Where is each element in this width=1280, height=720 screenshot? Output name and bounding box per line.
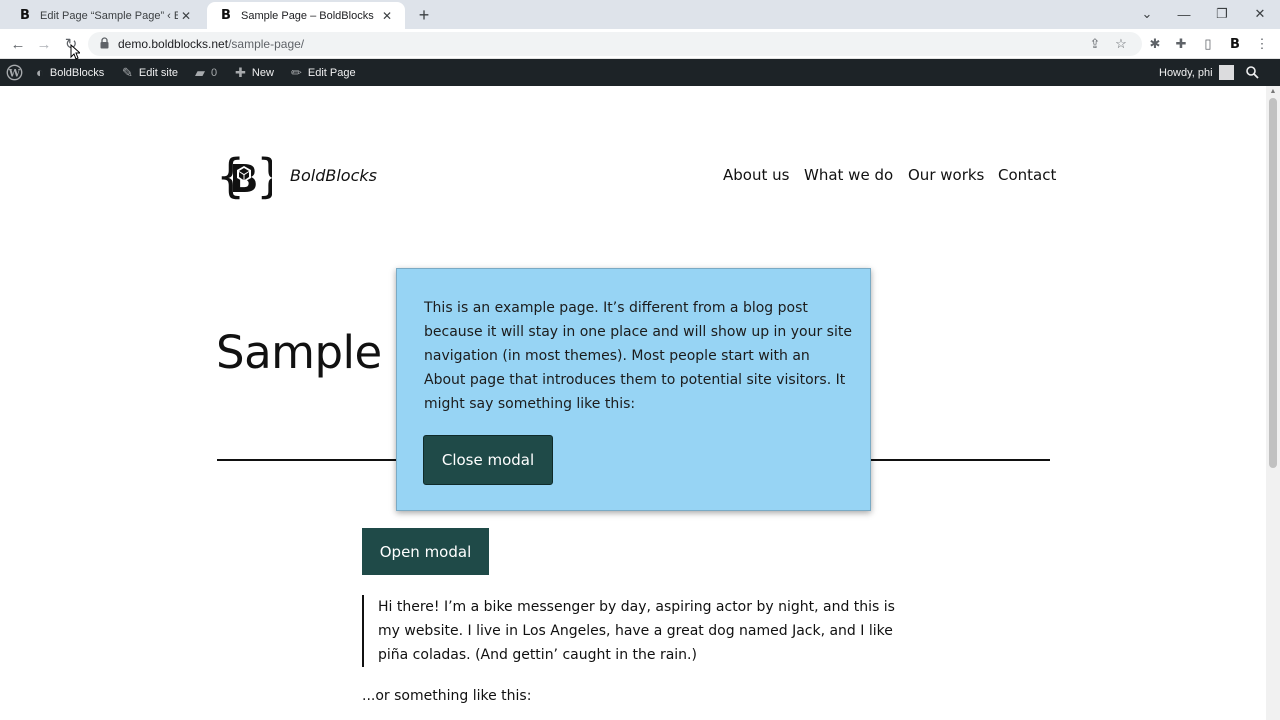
admin-search-icon[interactable] <box>1246 59 1259 86</box>
wp-admin-bar: W ◐ BoldBlocks ✎ Edit site ▰ 0 ✚ New ✏ E… <box>0 59 1280 86</box>
admin-new[interactable]: ✚ New <box>235 59 274 86</box>
plus-icon: ✚ <box>235 64 246 80</box>
svg-text:W: W <box>8 67 21 79</box>
browser-toolbar: ← → ↻ demo.boldblocks.net/sample-page/ ⇪… <box>0 29 1280 59</box>
mouse-cursor-icon <box>70 44 80 60</box>
new-tab-icon[interactable]: + <box>414 5 434 25</box>
window-close-icon[interactable]: ✕ <box>1245 3 1275 25</box>
share-icon[interactable]: ⇪ <box>1086 35 1104 53</box>
modal-text: This is an example page. It’s different … <box>424 300 852 412</box>
avatar <box>1218 65 1234 80</box>
admin-comments[interactable]: ▰ 0 <box>195 59 217 86</box>
nav-our-works[interactable]: Our works <box>908 166 984 184</box>
browser-menu-icon[interactable]: ⋮ <box>1252 34 1272 54</box>
profile-boldblocks-icon[interactable]: B <box>1225 34 1245 54</box>
admin-howdy[interactable]: Howdy, phi <box>1159 59 1234 86</box>
tab-sample-page[interactable]: B Sample Page – BoldBlocks ✕ <box>207 2 405 29</box>
tab-search-chevron-icon[interactable]: ⌄ <box>1132 3 1162 25</box>
admin-edit-page[interactable]: ✏ Edit Page <box>291 59 356 86</box>
edit-site-label: Edit site <box>138 66 179 79</box>
scroll-up-icon[interactable]: ▲ <box>1269 88 1277 96</box>
tab-title: Sample Page – BoldBlocks <box>241 9 374 22</box>
dashboard-icon: ◐ <box>36 65 44 80</box>
boldblocks-logo-icon[interactable]: { } B <box>216 148 272 204</box>
comment-icon: ▰ <box>195 64 205 80</box>
nav-about-us[interactable]: About us <box>723 166 789 184</box>
edit-page-label: Edit Page <box>307 66 356 79</box>
new-label: New <box>251 66 274 79</box>
extension-bug-icon[interactable]: ✱ <box>1145 34 1165 54</box>
site-title[interactable]: BoldBlocks <box>290 166 377 185</box>
page-title: Sample P <box>216 326 423 379</box>
after-quote-text: ...or something like this: <box>362 688 532 704</box>
url-text: demo.boldblocks.net/sample-page/ <box>118 37 305 51</box>
close-tab-icon[interactable]: ✕ <box>379 8 395 24</box>
page-scrollbar[interactable]: ▲ <box>1266 86 1280 720</box>
forward-icon[interactable]: → <box>34 34 54 54</box>
open-modal-button[interactable]: Open modal <box>362 528 489 575</box>
lock-icon <box>100 37 109 49</box>
brush-icon: ✎ <box>122 64 133 80</box>
modal-dialog: This is an example page. It’s different … <box>396 268 871 511</box>
pencil-icon: ✏ <box>291 64 302 80</box>
boldblocks-favicon-icon: B <box>20 8 30 23</box>
tab-edit-page[interactable]: B Edit Page “Sample Page” ‹ BoldBlocks ✕ <box>6 2 204 29</box>
tab-strip: B Edit Page “Sample Page” ‹ BoldBlocks ✕… <box>0 0 1280 29</box>
back-icon[interactable]: ← <box>8 34 28 54</box>
tab-title: Edit Page “Sample Page” ‹ BoldBlocks <box>40 9 178 22</box>
admin-edit-site[interactable]: ✎ Edit site <box>122 59 178 86</box>
scrollbar-thumb[interactable] <box>1269 98 1277 468</box>
wordpress-icon: W <box>6 64 23 81</box>
close-tab-icon[interactable]: ✕ <box>178 8 194 24</box>
nav-what-we-do[interactable]: What we do <box>804 166 893 184</box>
bookmark-star-icon[interactable]: ☆ <box>1112 35 1130 53</box>
side-panel-icon[interactable]: ▯ <box>1198 34 1218 54</box>
comments-count: 0 <box>211 66 218 79</box>
extensions-puzzle-icon[interactable]: ✚ <box>1171 34 1191 54</box>
wordpress-logo-icon[interactable]: W <box>6 59 23 86</box>
site-name-label: BoldBlocks <box>49 66 105 79</box>
pull-quote: Hi there! I’m a bike messenger by day, a… <box>362 595 902 667</box>
close-modal-button[interactable]: Close modal <box>423 435 553 485</box>
minimize-icon[interactable]: — <box>1169 3 1199 25</box>
admin-site-name[interactable]: ◐ BoldBlocks <box>36 59 104 86</box>
restore-icon[interactable]: ❐ <box>1207 3 1237 25</box>
boldblocks-favicon-icon: B <box>221 8 231 23</box>
search-icon <box>1246 66 1259 79</box>
howdy-label: Howdy, phi <box>1159 66 1213 79</box>
address-bar[interactable]: demo.boldblocks.net/sample-page/ ⇪ ☆ <box>88 32 1142 56</box>
nav-contact[interactable]: Contact <box>998 166 1056 184</box>
